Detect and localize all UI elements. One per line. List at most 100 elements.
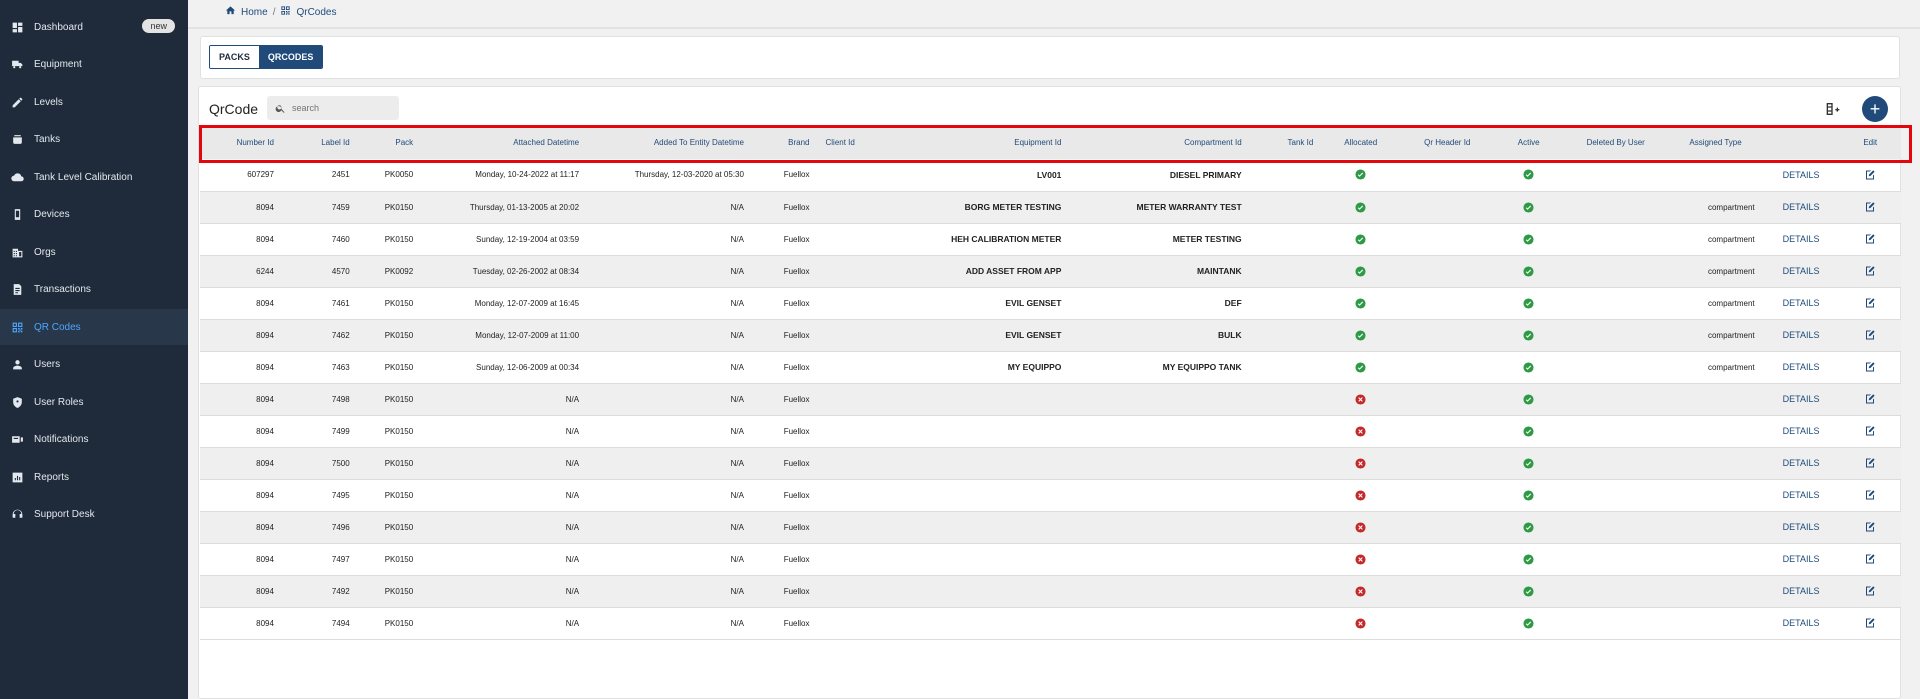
- details-link[interactable]: DETAILS: [1763, 479, 1840, 511]
- cell-qr-header-id: [1400, 479, 1494, 511]
- sidebar-item-tanks[interactable]: Tanks: [0, 121, 188, 157]
- edit-icon[interactable]: [1839, 415, 1901, 447]
- column-header-edit[interactable]: Edit: [1839, 125, 1901, 159]
- table-row[interactable]: 8094 7495 PK0150 N/A N/A Fuellox DETAILS: [200, 479, 1901, 511]
- column-header-tank-id[interactable]: Tank Id: [1250, 125, 1322, 159]
- sidebar-item-orgs[interactable]: Orgs: [0, 234, 188, 270]
- edit-icon[interactable]: [1839, 479, 1901, 511]
- cell-deleted-by-user: [1563, 383, 1668, 415]
- edit-icon[interactable]: [1839, 543, 1901, 575]
- table-row[interactable]: 607297 2451 PK0050 Monday, 10-24-2022 at 11…: [200, 159, 1901, 191]
- column-header-pack[interactable]: Pack: [358, 125, 421, 159]
- breadcrumb-home[interactable]: Home: [241, 7, 268, 18]
- details-link[interactable]: DETAILS: [1763, 607, 1840, 639]
- column-header-qr-header-id[interactable]: Qr Header Id: [1400, 125, 1494, 159]
- column-header-equipment-id[interactable]: Equipment Id: [895, 125, 1069, 159]
- sidebar-item-qr-codes[interactable]: QR Codes: [0, 309, 188, 345]
- details-link[interactable]: DETAILS: [1763, 447, 1840, 479]
- sidebar-item-dashboard[interactable]: Dashboard new: [0, 9, 188, 45]
- edit-icon[interactable]: [1839, 255, 1901, 287]
- edit-icon[interactable]: [1839, 191, 1901, 223]
- details-link[interactable]: DETAILS: [1763, 575, 1840, 607]
- table-row[interactable]: 8094 7462 PK0150 Monday, 12-07-2009 at 11:0…: [200, 319, 1901, 351]
- edit-icon[interactable]: [1839, 607, 1901, 639]
- column-header-client-id[interactable]: Client Id: [817, 125, 895, 159]
- details-link[interactable]: DETAILS: [1763, 287, 1840, 319]
- cell-number-id: 8094: [256, 426, 274, 436]
- sidebar-item-reports[interactable]: Reports: [0, 459, 188, 495]
- cell-compartment-id: [1069, 543, 1249, 575]
- dashboard-icon: [11, 21, 24, 34]
- table-row[interactable]: 8094 7463 PK0150 Sunday, 12-06-2009 at 00:3…: [200, 351, 1901, 383]
- sidebar-item-transactions[interactable]: Transactions: [0, 271, 188, 307]
- cell-brand: Fuellox: [783, 266, 810, 276]
- search-input[interactable]: [292, 103, 392, 113]
- add-button[interactable]: +: [1862, 96, 1888, 122]
- details-link[interactable]: DETAILS: [1763, 543, 1840, 575]
- edit-icon[interactable]: [1839, 575, 1901, 607]
- column-header-brand[interactable]: Brand: [752, 125, 818, 159]
- table-row[interactable]: 8094 7497 PK0150 N/A N/A Fuellox DETAILS: [200, 543, 1901, 575]
- details-link[interactable]: DETAILS: [1763, 191, 1840, 223]
- check-circle-icon: [1523, 201, 1534, 213]
- edit-icon[interactable]: [1839, 287, 1901, 319]
- column-header-compartment-id[interactable]: Compartment Id: [1069, 125, 1249, 159]
- column-header-number-id[interactable]: Number Id: [200, 125, 282, 159]
- export-columns-icon[interactable]: [1824, 101, 1840, 117]
- table-row[interactable]: 8094 7498 PK0150 N/A N/A Fuellox DETAILS: [200, 383, 1901, 415]
- edit-icon[interactable]: [1839, 511, 1901, 543]
- sidebar-item-devices[interactable]: Devices: [0, 196, 188, 232]
- cell-allocated: [1321, 255, 1400, 287]
- cell-added-datetime: N/A: [730, 586, 744, 596]
- details-link[interactable]: DETAILS: [1763, 351, 1840, 383]
- details-link[interactable]: DETAILS: [1763, 159, 1840, 191]
- edit-icon[interactable]: [1839, 351, 1901, 383]
- column-header-assigned-type[interactable]: Assigned Type: [1668, 125, 1762, 159]
- edit-icon[interactable]: [1839, 159, 1901, 191]
- table-row[interactable]: 8094 7492 PK0150 N/A N/A Fuellox DETAILS: [200, 575, 1901, 607]
- column-header-label-id[interactable]: Label Id: [282, 125, 358, 159]
- edit-icon[interactable]: [1839, 319, 1901, 351]
- cell-deleted-by-user: [1563, 415, 1668, 447]
- table-row[interactable]: 8094 7460 PK0150 Sunday, 12-19-2004 at 03:5…: [200, 223, 1901, 255]
- check-circle-icon: [1355, 265, 1366, 277]
- column-header-active[interactable]: Active: [1494, 125, 1563, 159]
- details-link[interactable]: DETAILS: [1763, 255, 1840, 287]
- sidebar-item-tank-level-calibration[interactable]: Tank Level Calibration: [0, 159, 188, 195]
- sidebar-item-levels[interactable]: Levels: [0, 84, 188, 120]
- home-icon[interactable]: [225, 5, 236, 19]
- details-link[interactable]: DETAILS: [1763, 223, 1840, 255]
- column-header-deleted-by-user[interactable]: Deleted By User: [1563, 125, 1668, 159]
- table-row[interactable]: 8094 7461 PK0150 Monday, 12-07-2009 at 16:4…: [200, 287, 1901, 319]
- table-row[interactable]: 6244 4570 PK0092 Tuesday, 02-26-2002 at 08:…: [200, 255, 1901, 287]
- details-link[interactable]: DETAILS: [1763, 511, 1840, 543]
- table-row[interactable]: 8094 7459 PK0150 Thursday, 01-13-2005 at 20…: [200, 191, 1901, 223]
- sidebar-item-support-desk[interactable]: Support Desk: [0, 496, 188, 532]
- cell-attached-datetime: Monday, 12-07-2009 at 16:45: [474, 298, 580, 308]
- edit-icon[interactable]: [1839, 383, 1901, 415]
- edit-icon[interactable]: [1839, 223, 1901, 255]
- details-link[interactable]: DETAILS: [1763, 415, 1840, 447]
- sidebar-item-user-roles[interactable]: User Roles: [0, 384, 188, 420]
- truck-icon: [11, 58, 24, 71]
- table-row[interactable]: 8094 7494 PK0150 N/A N/A Fuellox DETAILS: [200, 607, 1901, 639]
- breadcrumb-current[interactable]: QrCodes: [296, 7, 336, 18]
- sidebar-item-notifications[interactable]: Notifications: [0, 421, 188, 457]
- column-header-allocated[interactable]: Allocated: [1321, 125, 1400, 159]
- table-row[interactable]: 8094 7496 PK0150 N/A N/A Fuellox DETAILS: [200, 511, 1901, 543]
- column-header-added-to-entity-datetime[interactable]: Added To Entity Datetime: [587, 125, 752, 159]
- sidebar-item-equipment[interactable]: Equipment: [0, 46, 188, 82]
- edit-icon[interactable]: [1839, 447, 1901, 479]
- tab-qrcodes[interactable]: QRCODES: [258, 46, 323, 68]
- qrcode-icon: [11, 321, 24, 334]
- cell-assigned-type: compartment: [1707, 234, 1755, 244]
- table-row[interactable]: 8094 7499 PK0150 N/A N/A Fuellox DETAILS: [200, 415, 1901, 447]
- table-row[interactable]: 8094 7500 PK0150 N/A N/A Fuellox DETAILS: [200, 447, 1901, 479]
- sidebar-item-users[interactable]: Users: [0, 346, 188, 382]
- column-header-attached-datetime[interactable]: Attached Datetime: [421, 125, 587, 159]
- search-box[interactable]: [267, 96, 399, 120]
- tab-packs[interactable]: PACKS: [210, 46, 259, 68]
- details-link[interactable]: DETAILS: [1763, 319, 1840, 351]
- details-link[interactable]: DETAILS: [1763, 383, 1840, 415]
- cell-brand: Fuellox: [783, 426, 810, 436]
